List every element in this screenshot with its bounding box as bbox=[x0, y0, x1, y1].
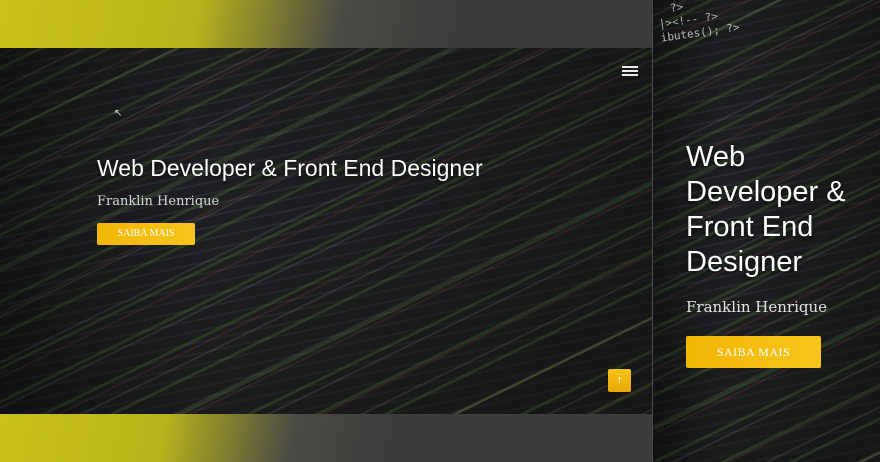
hero-title: Web Developer & Front End Designer bbox=[97, 155, 483, 181]
mouse-pointer-icon: ↖ bbox=[114, 108, 123, 119]
preview-title-line: Web bbox=[686, 141, 746, 173]
top-accent-band bbox=[0, 0, 652, 48]
bottom-accent-band bbox=[0, 414, 652, 462]
arrow-up-icon: ↑ bbox=[616, 374, 623, 386]
hero-subtitle: Franklin Henrique bbox=[97, 194, 220, 209]
preview-hero-content: Web Developer & Front End Designer Frank… bbox=[686, 140, 876, 368]
saiba-mais-button[interactable]: SAIBA MAIS bbox=[97, 223, 195, 245]
hamburger-icon[interactable] bbox=[622, 66, 638, 76]
preview-title-line: Designer bbox=[686, 246, 803, 278]
back-to-top-button[interactable]: ↑ bbox=[608, 369, 631, 392]
hero-content: Web Developer & Front End Designer Frank… bbox=[97, 155, 483, 245]
preview-title: Web Developer & Front End Designer bbox=[686, 140, 876, 280]
preview-subtitle: Franklin Henrique bbox=[686, 298, 828, 316]
preview-title-line: Front End bbox=[686, 211, 814, 243]
preview-saiba-mais-button[interactable]: SAIBA MAIS bbox=[686, 336, 821, 368]
preview-title-line: Developer & bbox=[686, 176, 846, 208]
